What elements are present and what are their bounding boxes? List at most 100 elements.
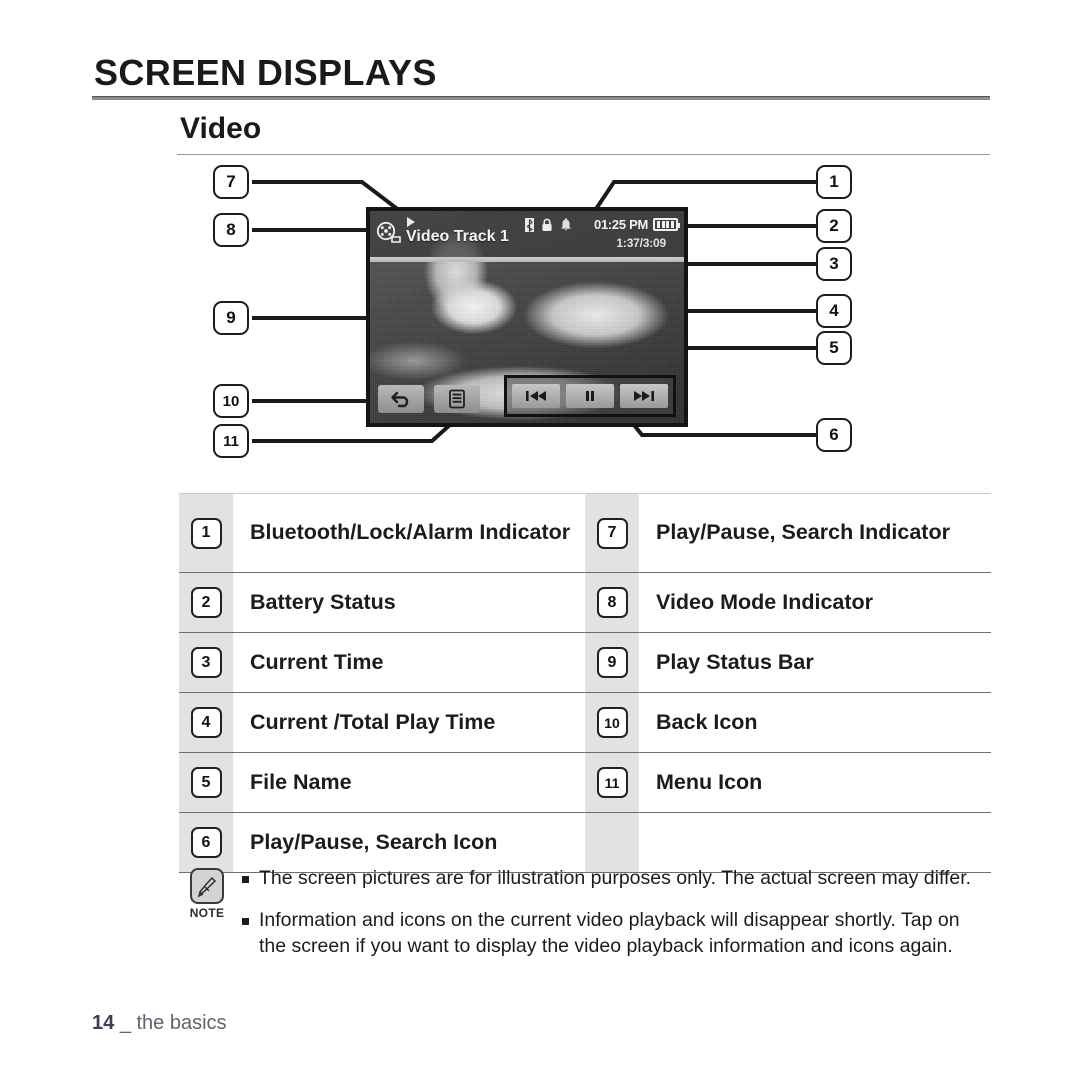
legend-label: File Name	[250, 769, 352, 794]
section-divider	[177, 154, 990, 155]
next-button[interactable]	[620, 384, 668, 408]
note-pen-icon	[190, 868, 224, 904]
callout-badge-9: 9	[213, 301, 249, 335]
legend-number: 9	[596, 647, 628, 678]
table-row: 1 Bluetooth/Lock/Alarm Indicator 7 Play/…	[179, 493, 991, 573]
note-text-list: The screen pictures are for illustration…	[235, 866, 991, 976]
legend-label: Bluetooth/Lock/Alarm Indicator	[250, 520, 571, 545]
legend-entry: 7 Play/Pause, Search Indicator	[585, 494, 991, 572]
play-pause-search-icon-group	[504, 375, 676, 417]
legend-entry: 5 File Name	[179, 753, 585, 812]
footer-section: the basics	[136, 1012, 227, 1034]
play-status-bar	[370, 257, 684, 262]
back-button[interactable]	[378, 385, 424, 413]
status-indicator-group	[525, 218, 572, 232]
legend-label: Menu Icon	[656, 769, 763, 794]
callout-badge-6: 6	[816, 418, 852, 452]
table-row: 4 Current /Total Play Time 10 Back Icon	[179, 693, 991, 753]
legend-entry: 10 Back Icon	[585, 693, 991, 752]
legend-number-cell: 9	[585, 633, 639, 692]
menu-button[interactable]	[434, 385, 480, 413]
legend-number: 7	[596, 517, 628, 549]
callout-badge-8: 8	[213, 213, 249, 247]
file-name-label: Video Track 1	[406, 228, 509, 245]
osd-top-bar: Video Track 1 01:25 PM 1:37/3:09	[370, 211, 684, 257]
play-time-label: 1:37/3:09	[616, 236, 666, 250]
pause-button[interactable]	[566, 384, 614, 408]
legend-entry: 4 Current /Total Play Time	[179, 693, 585, 752]
legend-label: Video Mode Indicator	[656, 589, 874, 614]
previous-button[interactable]	[512, 384, 560, 408]
page-footer: 14 _ the basics	[92, 1012, 227, 1035]
device-screen-illustration: Video Track 1 01:25 PM 1:37/3:09	[366, 207, 688, 427]
legend-entry: 8 Video Mode Indicator	[585, 573, 991, 632]
legend-entry-empty	[585, 813, 991, 872]
legend-label	[639, 813, 991, 872]
legend-number-cell: 11	[585, 753, 639, 812]
section-title: Video	[180, 112, 262, 145]
legend-label: Current /Total Play Time	[250, 709, 496, 734]
note-marker: NOTE	[179, 866, 235, 976]
table-row: 6 Play/Pause, Search Icon	[179, 813, 991, 873]
skip-previous-icon	[526, 391, 546, 401]
film-reel-icon	[376, 222, 401, 243]
legend-number: 6	[190, 827, 222, 858]
bluetooth-icon	[525, 218, 534, 232]
footer-separator: _	[119, 1012, 131, 1034]
note-block: NOTE The screen pictures are for illustr…	[179, 866, 991, 976]
callout-badge-11: 11	[213, 424, 249, 458]
osd-bottom-left-controls	[378, 385, 480, 413]
legend-entry: 6 Play/Pause, Search Icon	[179, 813, 585, 872]
legend-number: 5	[190, 767, 222, 798]
legend-number: 3	[190, 647, 222, 678]
legend-number-cell: 1	[179, 494, 233, 572]
current-time-label: 01:25 PM	[594, 217, 648, 232]
note-label: NOTE	[189, 906, 225, 920]
legend-label: Back Icon	[656, 709, 758, 734]
callout-badge-1: 1	[816, 165, 852, 199]
table-row: 5 File Name 11 Menu Icon	[179, 753, 991, 813]
callout-badge-4: 4	[816, 294, 852, 328]
lock-icon	[542, 218, 552, 231]
legend-number-cell	[585, 813, 639, 872]
note-item: The screen pictures are for illustration…	[241, 866, 991, 892]
legend-number-cell: 2	[179, 573, 233, 632]
legend-number: 4	[190, 707, 222, 738]
legend-label: Play/Pause, Search Indicator	[656, 520, 950, 545]
legend-entry: 9 Play Status Bar	[585, 633, 991, 692]
legend-number-cell: 6	[179, 813, 233, 872]
legend-number-cell: 5	[179, 753, 233, 812]
legend-number-cell: 3	[179, 633, 233, 692]
legend-number-cell: 4	[179, 693, 233, 752]
page-title: SCREEN DISPLAYS	[94, 52, 437, 93]
callout-badge-2: 2	[816, 209, 852, 243]
legend-entry: 1 Bluetooth/Lock/Alarm Indicator	[179, 494, 585, 572]
skip-next-icon	[634, 391, 654, 401]
legend-entry: 3 Current Time	[179, 633, 585, 692]
legend-number: 2	[190, 587, 222, 618]
pen-glyph	[197, 876, 217, 898]
legend-number: 1	[190, 517, 222, 549]
table-row: 3 Current Time 9 Play Status Bar	[179, 633, 991, 693]
callout-badge-10: 10	[213, 384, 249, 418]
battery-status-icon	[653, 218, 680, 231]
callout-badge-3: 3	[816, 247, 852, 281]
legend-label: Current Time	[250, 649, 384, 674]
legend-number: 11	[596, 767, 628, 798]
pause-icon	[586, 391, 594, 401]
manual-page: SCREEN DISPLAYS Video Video Track 1 01:2…	[0, 0, 1080, 1080]
legend-label: Play/Pause, Search Icon	[250, 829, 498, 854]
menu-list-icon	[449, 389, 465, 409]
legend-number: 8	[596, 587, 628, 618]
legend-number-cell: 7	[585, 494, 639, 572]
legend-number-cell: 8	[585, 573, 639, 632]
back-arrow-icon	[391, 391, 409, 408]
legend-label: Battery Status	[250, 589, 396, 614]
callout-badge-7: 7	[213, 165, 249, 199]
legend-label: Play Status Bar	[656, 649, 814, 674]
legend-entry: 11 Menu Icon	[585, 753, 991, 812]
note-item: Information and icons on the current vid…	[241, 908, 991, 960]
legend-number-cell: 10	[585, 693, 639, 752]
callout-badge-5: 5	[816, 331, 852, 365]
legend-entry: 2 Battery Status	[179, 573, 585, 632]
